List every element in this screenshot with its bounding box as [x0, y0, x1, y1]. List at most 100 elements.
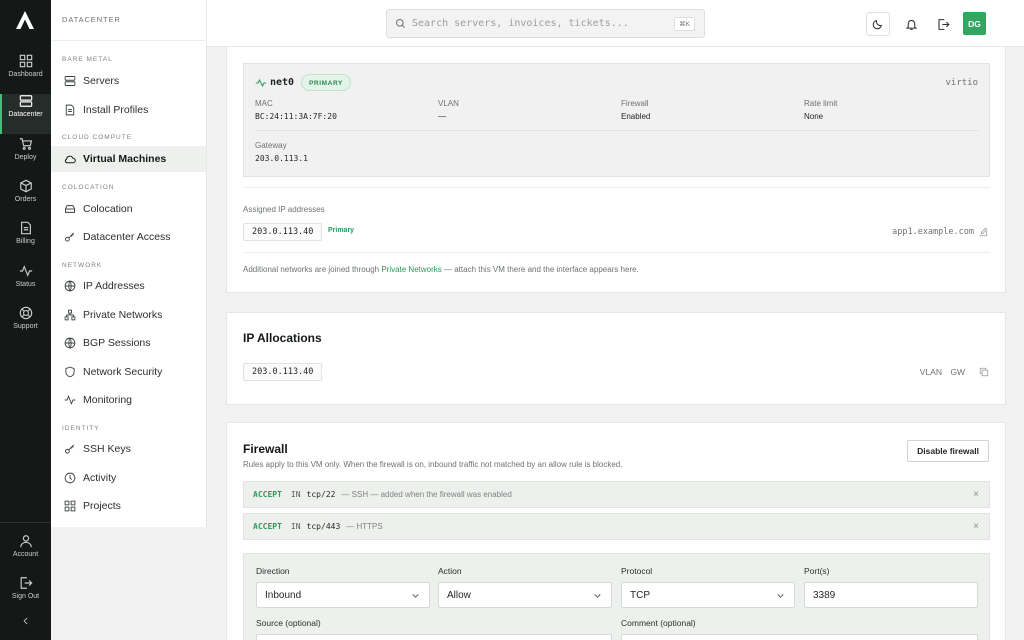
divider: [243, 187, 990, 188]
rule-action: ACCEPT: [253, 522, 282, 531]
rule-comment: — HTTPS: [346, 522, 383, 531]
nav-section-identity: IDENTITY: [62, 425, 100, 432]
action-value: Allow: [447, 589, 471, 601]
nav-section-bare-metal: BARE METAL: [62, 56, 113, 63]
rail-item-sign-out[interactable]: Sign Out: [0, 576, 51, 616]
grid-icon: [19, 54, 32, 68]
nav-item-install-profiles[interactable]: Install Profiles: [51, 97, 206, 123]
chevron-down-icon: [777, 594, 784, 598]
comment-input[interactable]: [621, 634, 978, 640]
protocol-select[interactable]: TCP: [621, 582, 795, 608]
nav-item-private-networks[interactable]: Private Networks: [51, 302, 206, 328]
rail-label: Support: [13, 323, 38, 330]
mac-label: MAC: [255, 99, 273, 108]
disable-firewall-button[interactable]: Disable firewall: [907, 440, 989, 462]
sidenav-divider: [51, 40, 207, 41]
rail-item-support[interactable]: Support: [0, 306, 51, 346]
nav-item-bgp-sessions[interactable]: BGP Sessions: [51, 330, 206, 356]
primary-badge: PRIMARY: [301, 74, 351, 91]
nav-item-datacenter-access[interactable]: Datacenter Access: [51, 224, 206, 250]
copy-icon[interactable]: [979, 367, 989, 377]
server-icon: [19, 95, 32, 107]
action-label: Action: [438, 566, 462, 576]
protocol-value: TCP: [630, 589, 650, 601]
nav-item-virtual-machines[interactable]: Virtual Machines: [51, 146, 206, 172]
nav-item-projects[interactable]: Projects: [51, 493, 206, 519]
firewall-rule-row: ACCEPT IN tcp/22 — SSH — added when the …: [243, 481, 990, 508]
detail-divider: [255, 130, 978, 131]
nav-item-servers[interactable]: Servers: [51, 68, 206, 94]
collapse-rail-button[interactable]: [0, 616, 51, 632]
search-input[interactable]: [412, 18, 667, 29]
remove-rule-button[interactable]: ×: [973, 521, 979, 532]
ip-allocations-card: IP Allocations 203.0.113.40 VLAN GW: [226, 312, 1006, 405]
rail-item-status[interactable]: Status: [0, 264, 51, 304]
rail-item-datacenter[interactable]: Datacenter: [0, 94, 51, 134]
firewall-card: Firewall Rules apply to this VM only. Wh…: [226, 422, 1006, 640]
gateway-value: 203.0.113.1: [255, 154, 308, 163]
bell-icon: [905, 19, 917, 30]
allocated-ip-chip[interactable]: 203.0.113.40: [243, 363, 323, 381]
ports-label: Port(s): [804, 566, 830, 576]
network-interface-card: net0 PRIMARY virtio MAC BC:24:11:3A:7F:2…: [226, 47, 1006, 293]
server-icon: [64, 76, 76, 86]
rail-item-account[interactable]: Account: [0, 534, 51, 574]
assigned-ip-chip[interactable]: 203.0.113.40: [243, 223, 323, 241]
cart-icon: [19, 138, 32, 150]
nav-item-monitoring[interactable]: Monitoring: [51, 387, 206, 413]
rule-action: ACCEPT: [253, 490, 282, 499]
sign-out-icon: [20, 577, 32, 589]
rail-label: Orders: [14, 196, 37, 203]
private-networks-link[interactable]: Private Networks: [381, 265, 441, 274]
source-label: Source (optional): [256, 618, 321, 628]
rail-item-billing[interactable]: Billing: [0, 221, 51, 261]
vlan-value: —: [438, 112, 446, 121]
nav-item-colocation[interactable]: Colocation: [51, 196, 206, 222]
moon-icon: [872, 19, 883, 30]
search-shortcut: ⌘K: [674, 17, 695, 31]
nav-item-ssh-keys[interactable]: SSH Keys: [51, 436, 206, 462]
nav-item-ip-addresses[interactable]: IP Addresses: [51, 273, 206, 299]
action-select[interactable]: Allow: [438, 582, 612, 608]
rule-port: tcp/22: [306, 490, 336, 499]
nav-item-label: Virtual Machines: [83, 153, 167, 165]
rack-icon: [65, 205, 75, 213]
direction-value: Inbound: [265, 589, 302, 601]
comment-label: Comment (optional): [621, 618, 696, 628]
avatar[interactable]: DG: [963, 12, 986, 35]
direction-select[interactable]: Inbound: [256, 582, 430, 608]
ip-allocations-title: IP Allocations: [243, 331, 322, 345]
rate-limit-label: Rate limit: [804, 99, 838, 108]
nav-item-network-security[interactable]: Network Security: [51, 359, 206, 385]
chevron-down-icon: [594, 594, 601, 598]
rail-item-dashboard[interactable]: Dashboard: [0, 54, 51, 94]
gateway-label: Gateway: [255, 141, 287, 150]
edit-icon[interactable]: [978, 227, 988, 237]
sign-out-button[interactable]: [931, 12, 955, 36]
lifebuoy-icon: [19, 306, 32, 320]
note-text: Additional networks are joined through: [243, 265, 382, 274]
nav-item-label: Private Networks: [83, 309, 163, 321]
rail-item-deploy[interactable]: Deploy: [0, 137, 51, 177]
brand-logo[interactable]: [13, 8, 37, 32]
rail-label: Sign Out: [11, 593, 40, 600]
remove-rule-button[interactable]: ×: [973, 489, 979, 500]
source-input[interactable]: [256, 634, 612, 640]
sidenav-footer-space: [51, 527, 207, 640]
chevron-left-icon: [23, 617, 28, 625]
ports-input[interactable]: 3389: [804, 582, 978, 608]
direction-label: Direction: [256, 566, 290, 576]
search-icon: [395, 18, 405, 28]
rail-divider: [0, 522, 51, 523]
globe-icon: [64, 280, 76, 292]
nav-item-label: Servers: [83, 75, 120, 87]
nav-item-activity[interactable]: Activity: [51, 465, 206, 491]
search-box[interactable]: ⌘K: [386, 9, 705, 38]
grid-icon: [64, 500, 76, 512]
notifications-button[interactable]: [899, 12, 923, 36]
top-bar: ⌘K DG: [207, 0, 1024, 47]
theme-toggle-button[interactable]: [866, 12, 890, 36]
primary-ip-tag: Primary: [328, 227, 355, 234]
nav-section-colocation: COLOCATION: [62, 184, 115, 191]
rail-item-orders[interactable]: Orders: [0, 179, 51, 219]
